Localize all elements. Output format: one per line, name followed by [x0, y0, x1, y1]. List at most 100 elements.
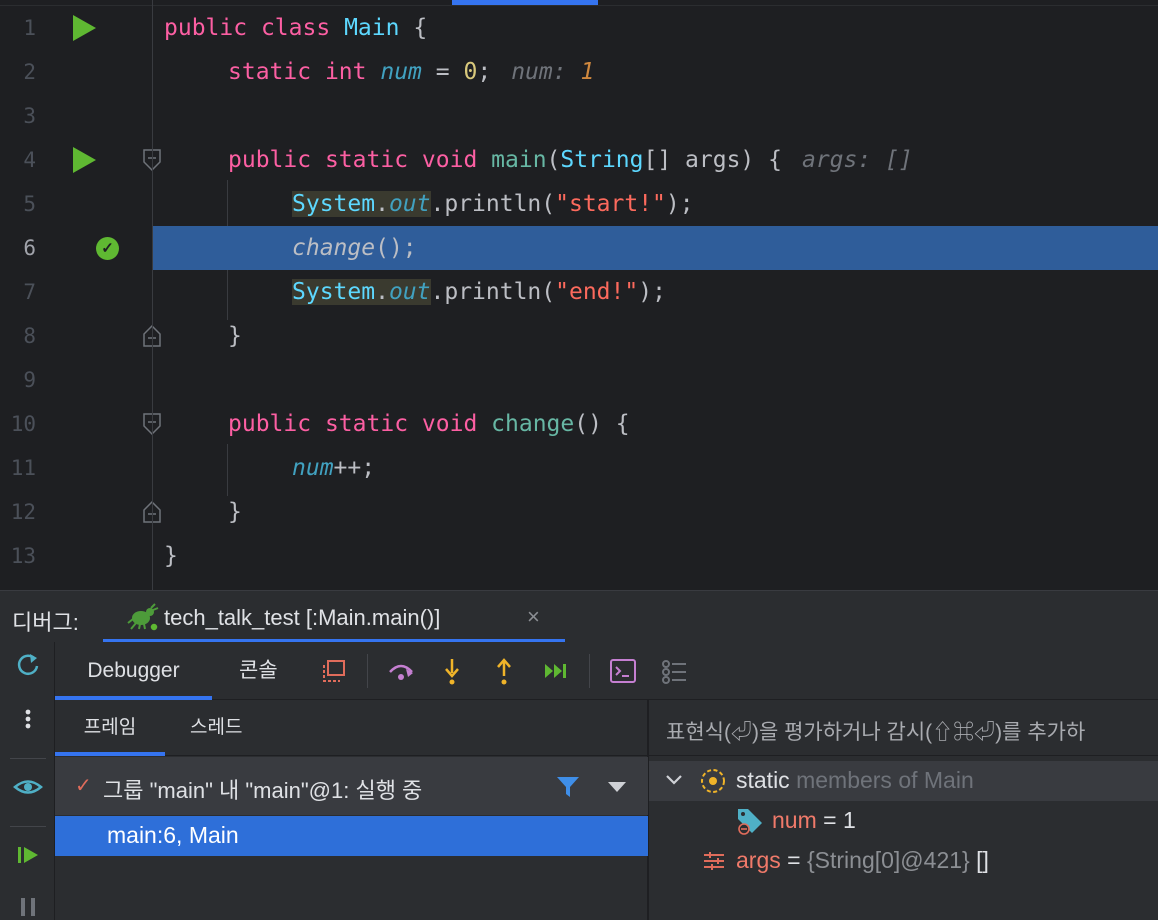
gutter[interactable]: 3 [0, 94, 152, 138]
punctuation: [] args) { [643, 147, 782, 173]
filter-icon[interactable] [555, 774, 581, 805]
eye-icon [12, 780, 43, 794]
gutter[interactable]: 1 [0, 6, 152, 50]
thread-label: 그룹 "main" 내 "main"@1: 실행 중 [103, 778, 423, 803]
inline-value-hint: args: [] [801, 147, 913, 173]
strip-separator [10, 826, 46, 827]
gutter[interactable]: 5 [0, 182, 152, 226]
code-text: public static void change() { [228, 402, 630, 446]
gutter[interactable]: 6 ✓ [0, 226, 152, 270]
code-line[interactable]: 7 System.out.println("end!"); [0, 270, 1158, 314]
resume-icon [17, 847, 38, 863]
variable-row-static[interactable]: static members of Main [649, 761, 1158, 801]
chevron-down-icon[interactable] [608, 782, 626, 792]
operator: ++; [333, 455, 376, 481]
gutter[interactable]: 7 [0, 270, 152, 314]
line-number: 5 [23, 192, 36, 216]
punctuation: ); [665, 191, 694, 217]
debug-session-tab[interactable]: tech_talk_test [:Main.main()] × [103, 591, 565, 643]
code-line[interactable]: 9 [0, 358, 1158, 402]
breakpoint-verified-icon[interactable]: ✓ [96, 237, 119, 260]
code-text: public static void main(String[] args) {… [228, 138, 913, 182]
code-line[interactable]: 5 System.out.println("start!"); [0, 182, 1158, 226]
class-name: Main [344, 15, 400, 41]
variable-name: static [736, 767, 790, 793]
pause-button[interactable] [0, 892, 55, 920]
gutter[interactable]: 12 [0, 490, 161, 534]
close-icon[interactable]: × [527, 604, 540, 630]
code-line[interactable]: 4 public static void main(String[] args)… [0, 138, 1158, 182]
code-line[interactable]: 12 } [0, 490, 1158, 534]
code-line[interactable]: 2 static int num = 0; num: 1 [0, 50, 1158, 94]
tab-frames[interactable]: 프레임 [55, 700, 165, 756]
line-number: 13 [10, 544, 36, 568]
step-into-icon[interactable] [437, 656, 467, 686]
inline-value-hint: num: 1 [511, 59, 594, 85]
toolbar-separator [589, 654, 590, 688]
class-name: System [292, 191, 376, 217]
run-method-icon[interactable] [73, 147, 96, 173]
run-class-icon[interactable] [73, 15, 96, 41]
gutter[interactable]: 9 [0, 358, 152, 402]
class-name: String [560, 147, 644, 173]
code-line[interactable]: 11 num++; [0, 446, 1158, 490]
keyword: static [324, 147, 409, 173]
frames-panel: 프레임 스레드 ✓ 그룹 "main" 내 "main"@1: 실행 중 mai… [55, 700, 648, 920]
watches-button[interactable] [0, 772, 55, 812]
code-text: num++; [292, 446, 375, 490]
method-name: change [491, 411, 575, 437]
thread-selector[interactable]: ✓ 그룹 "main" 내 "main"@1: 실행 중 [55, 757, 648, 815]
list-settings-icon[interactable] [659, 656, 689, 686]
gutter[interactable]: 8 [0, 314, 161, 358]
tab-label: Debugger [87, 659, 180, 682]
tab-console[interactable]: 콘솔 [239, 642, 278, 700]
chevron-down-icon[interactable] [665, 773, 683, 792]
line-number: 8 [23, 324, 36, 348]
debug-tool-window-header: 디버그: tech_talk_test [:Main.main()] × [0, 590, 1158, 643]
code-line[interactable]: 8 } [0, 314, 1158, 358]
gutter[interactable]: 2 [0, 50, 152, 94]
field-name: out [388, 191, 431, 217]
punctuation: ); [638, 279, 666, 305]
run-to-cursor-icon[interactable] [541, 656, 571, 686]
equals-sign: = [823, 807, 837, 833]
evaluate-expression-icon[interactable] [608, 656, 638, 686]
step-out-icon[interactable] [489, 656, 519, 686]
keyword: void [421, 147, 478, 173]
hint-label: num: [511, 59, 567, 85]
keyword: public [228, 411, 312, 437]
code-line[interactable]: 3 [0, 94, 1158, 138]
rerun-button[interactable] [0, 650, 55, 690]
step-over-icon[interactable] [386, 656, 416, 686]
gutter[interactable]: 13 [0, 534, 152, 578]
evaluate-expression-field[interactable]: 표현식(⏎)을 평가하거나 감시(⇧⌘⏎)를 추가하 [649, 700, 1158, 756]
tab-debugger[interactable]: Debugger [55, 642, 212, 700]
code-line[interactable]: 10 public static void change() { [0, 402, 1158, 446]
code-editor[interactable]: 1 public class Main { 2 static int num =… [0, 0, 1158, 590]
variable-row-num[interactable]: num = 1 [649, 801, 1158, 841]
rerun-icon [17, 654, 38, 675]
field-name: out [388, 279, 431, 305]
debug-action-strip [0, 642, 55, 920]
resume-button[interactable] [0, 840, 55, 880]
restore-layout-icon[interactable] [319, 656, 349, 686]
tab-threads[interactable]: 스레드 [190, 700, 242, 756]
current-execution-line[interactable]: 6 ✓ change(); [0, 226, 1158, 270]
variable-row-args[interactable]: args = {String[0]@421} [] [649, 841, 1158, 881]
line-number: 2 [23, 60, 36, 84]
code-text: } [164, 534, 178, 578]
code-line[interactable]: 13 } [0, 534, 1158, 578]
code-line[interactable]: 1 public class Main { [0, 6, 1158, 50]
field-tag-icon [735, 805, 765, 842]
gutter[interactable]: 10 [0, 402, 161, 446]
stack-frame-row[interactable]: main:6, Main [55, 816, 648, 856]
punctuation: . [375, 279, 389, 305]
strip-separator [10, 758, 46, 759]
line-number: 12 [10, 500, 36, 524]
gutter-divider [152, 0, 153, 590]
check-icon: ✓ [75, 775, 92, 797]
gutter[interactable]: 11 [0, 446, 152, 490]
more-options-button[interactable] [0, 704, 55, 744]
gutter[interactable]: 4 [0, 138, 161, 182]
code-text: static int num = 0; num: 1 [228, 50, 594, 94]
